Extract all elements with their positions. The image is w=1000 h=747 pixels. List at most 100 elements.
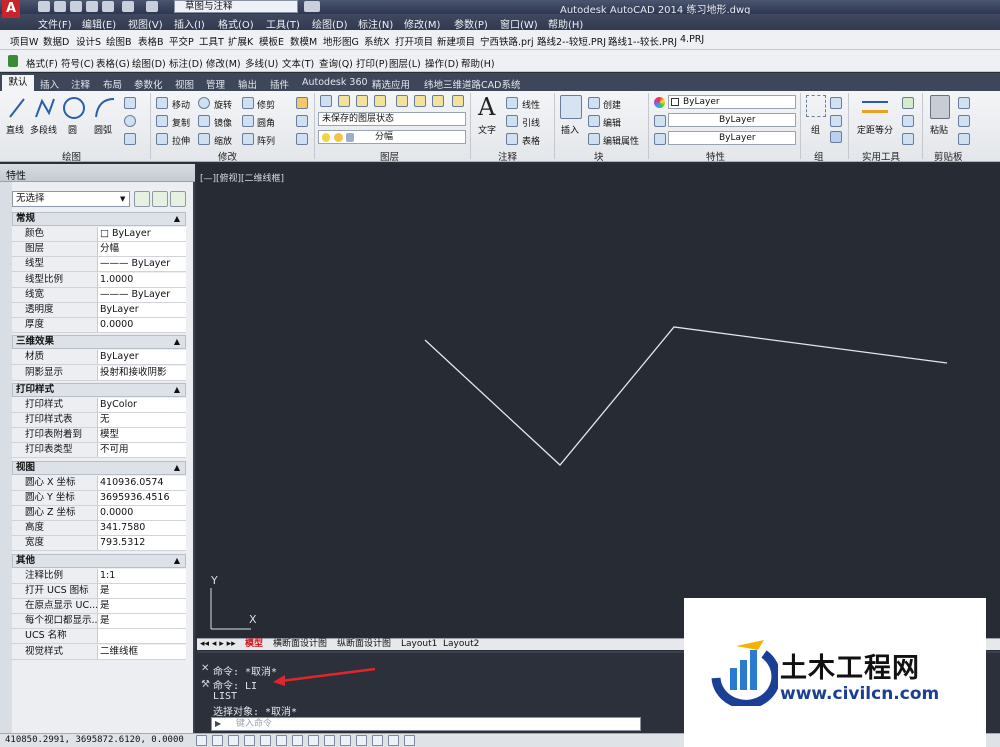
- trim-icon[interactable]: [242, 97, 254, 109]
- new-icon[interactable]: [38, 1, 50, 12]
- move-icon[interactable]: [156, 97, 168, 109]
- layout-tab-cross-section[interactable]: 横断面设计图: [273, 639, 327, 650]
- color-wheel-icon[interactable]: [654, 97, 665, 108]
- property-value[interactable]: 410936.0574: [97, 475, 186, 490]
- tb1-project-4[interactable]: 4.PRJ: [680, 34, 704, 45]
- menu-format[interactable]: 格式(O): [218, 16, 254, 31]
- property-value[interactable]: ——— ByLayer: [97, 287, 186, 302]
- menu-view[interactable]: 视图(V): [128, 16, 163, 31]
- snap-icon[interactable]: [212, 735, 223, 746]
- application-menu-button[interactable]: A: [2, 0, 20, 18]
- tb1-project[interactable]: 项目W: [10, 34, 38, 48]
- cut-icon[interactable]: [958, 97, 970, 109]
- tb2-layer[interactable]: 图层(L): [389, 56, 421, 70]
- osnap-icon[interactable]: [276, 735, 287, 746]
- edit-attribute-icon[interactable]: [588, 133, 600, 145]
- property-value[interactable]: 是: [97, 599, 186, 613]
- property-value[interactable]: 0.0000: [97, 506, 186, 520]
- menu-file[interactable]: 文件(F): [38, 16, 72, 31]
- tb1-template[interactable]: 模板E: [259, 34, 284, 48]
- linetype-icon[interactable]: [654, 115, 666, 127]
- menu-tools[interactable]: 工具(T): [266, 16, 300, 31]
- line-label[interactable]: 直线: [6, 123, 24, 136]
- tb2-dimension[interactable]: 标注(D): [169, 56, 203, 70]
- workspace-tools-icon[interactable]: [304, 1, 320, 12]
- circle-icon[interactable]: [62, 95, 86, 121]
- modify-panel-title[interactable]: 修改: [218, 149, 237, 163]
- table-icon[interactable]: [506, 133, 518, 145]
- tb1-open-project[interactable]: 打开项目: [395, 34, 433, 48]
- color-dropdown[interactable]: ByLayer: [668, 95, 796, 109]
- property-value[interactable]: □ ByLayer: [97, 227, 186, 241]
- scale-button[interactable]: 缩放: [214, 134, 232, 147]
- undo-icon[interactable]: [122, 1, 134, 12]
- property-value[interactable]: 投射和接收阴影: [97, 365, 186, 380]
- tb1-project-ningxi[interactable]: 宁西铁路.prj: [480, 34, 534, 48]
- tab-weidi-road[interactable]: 纬地三维道路CAD系统: [424, 77, 520, 91]
- polyline-icon[interactable]: [34, 95, 56, 121]
- property-value[interactable]: 793.5312: [97, 536, 186, 551]
- tb2-help[interactable]: 帮助(H): [461, 56, 495, 70]
- polyline-label[interactable]: 多段线: [30, 123, 57, 136]
- property-row[interactable]: 视觉样式 二维线框: [12, 644, 186, 660]
- layout-tab-layout1[interactable]: Layout1: [401, 639, 437, 650]
- tb1-new-project[interactable]: 新建项目: [437, 34, 475, 48]
- text-button[interactable]: 文字: [478, 123, 496, 136]
- collapse-arrow-icon[interactable]: ▲: [174, 384, 180, 396]
- edit-button[interactable]: 编辑: [603, 116, 621, 129]
- property-row[interactable]: 圆心 Z 坐标 0.0000: [12, 506, 186, 521]
- hatch-icon[interactable]: [124, 115, 136, 127]
- tb2-modify[interactable]: 修改(M): [206, 56, 241, 70]
- fillet-button[interactable]: 圆角: [257, 116, 275, 129]
- property-section-header[interactable]: 其他 ▲: [12, 553, 186, 568]
- palette-side-strip[interactable]: [0, 182, 12, 747]
- property-value[interactable]: 是: [97, 583, 186, 598]
- copy-button[interactable]: 复制: [172, 116, 190, 129]
- selection-cycling-icon[interactable]: [404, 735, 415, 746]
- linear-dim-button[interactable]: 线性: [522, 98, 540, 111]
- property-row[interactable]: 厚度 0.0000: [12, 318, 186, 334]
- tab-manage[interactable]: 管理: [206, 77, 225, 91]
- tab-annotate[interactable]: 注释: [71, 77, 90, 91]
- menu-draw[interactable]: 绘图(D): [312, 16, 348, 31]
- property-row[interactable]: 高度 341.7580: [12, 521, 186, 537]
- tb1-intersection[interactable]: 平交P: [169, 34, 194, 48]
- group-select-icon[interactable]: [830, 131, 842, 143]
- offset-icon[interactable]: [296, 133, 308, 145]
- match-properties-icon[interactable]: [958, 133, 970, 145]
- layers-panel-title[interactable]: 图层: [380, 149, 399, 163]
- property-row[interactable]: 打印表附着到 模型: [12, 428, 186, 444]
- ducs-icon[interactable]: [324, 735, 335, 746]
- stretch-button[interactable]: 拉伸: [172, 134, 190, 147]
- print-icon[interactable]: [102, 1, 114, 12]
- open-icon[interactable]: [54, 1, 66, 12]
- tab-autodesk-360[interactable]: Autodesk 360: [302, 77, 368, 88]
- 3d-osnap-icon[interactable]: [292, 735, 303, 746]
- command-input[interactable]: 键入命令: [211, 717, 641, 731]
- mirror-icon[interactable]: [198, 115, 210, 127]
- property-row[interactable]: 注释比例 1:1: [12, 568, 186, 584]
- tb1-dem[interactable]: 数模M: [290, 34, 317, 48]
- property-value[interactable]: 二维线框: [97, 644, 186, 659]
- utility-icon[interactable]: [902, 97, 914, 109]
- tab-default[interactable]: 默认: [2, 75, 34, 91]
- tb2-print[interactable]: 打印(P): [356, 56, 388, 70]
- property-value[interactable]: 分幅: [97, 242, 186, 257]
- tb2-operation[interactable]: 操作(D): [425, 56, 459, 70]
- group-button[interactable]: 组: [811, 123, 820, 136]
- property-row[interactable]: UCS 名称: [12, 629, 186, 645]
- collapse-arrow-icon[interactable]: ▲: [174, 555, 180, 567]
- tb2-multiline[interactable]: 多线(U): [245, 56, 278, 70]
- measure-button[interactable]: 定距等分: [857, 123, 893, 136]
- property-row[interactable]: 线型比例 1.0000: [12, 272, 186, 288]
- tb2-symbol[interactable]: 符号(C): [61, 56, 94, 70]
- quick-properties-icon[interactable]: [388, 735, 399, 746]
- save-as-icon[interactable]: [86, 1, 98, 12]
- gradient-icon[interactable]: [124, 133, 136, 145]
- dyn-icon[interactable]: [340, 735, 351, 746]
- property-section-header[interactable]: 三维效果 ▲: [12, 335, 186, 350]
- property-value[interactable]: 3695936.4516: [97, 490, 186, 505]
- tab-scroll-arrows[interactable]: ◂◂ ◂ ▸ ▸▸: [200, 639, 236, 650]
- tb1-table[interactable]: 表格B: [138, 34, 164, 48]
- property-value[interactable]: 不可用: [97, 443, 186, 458]
